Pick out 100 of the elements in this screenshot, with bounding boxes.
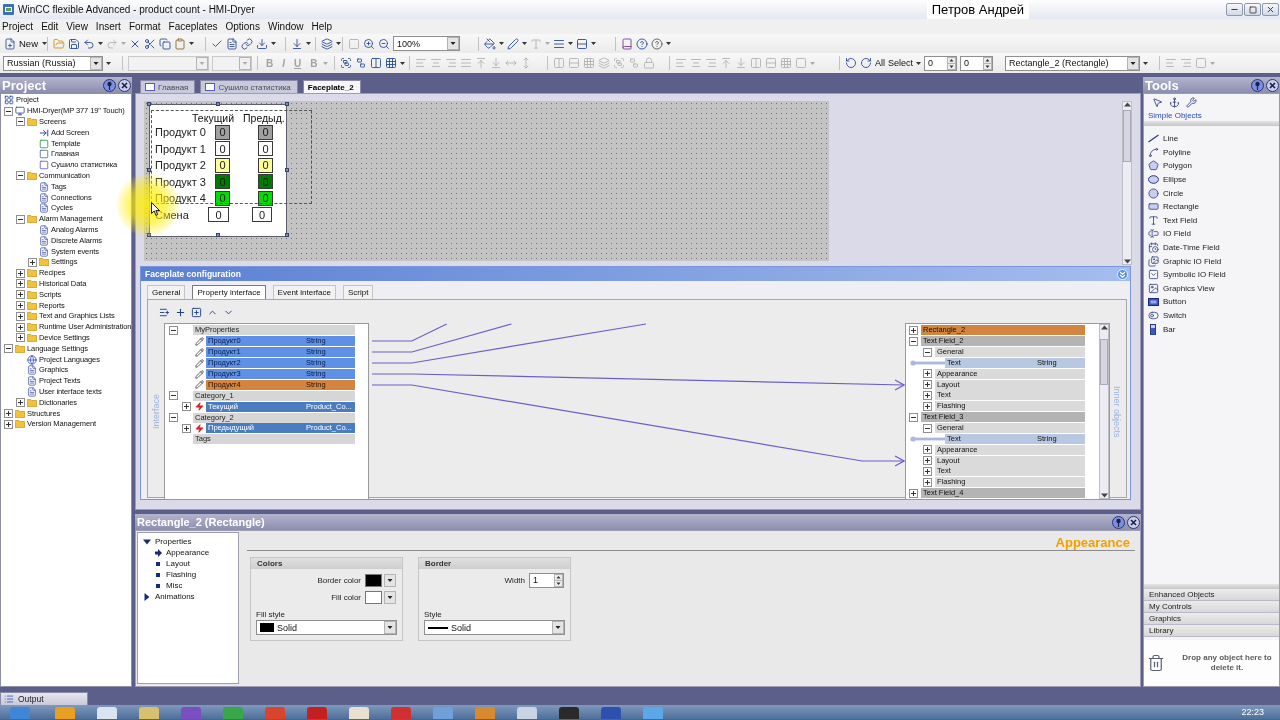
ungroup-icon[interactable] <box>355 57 367 69</box>
tree-toggle[interactable] <box>909 412 918 422</box>
language-dropdown[interactable]: Russian (Russia) <box>3 55 103 71</box>
tree-toggle[interactable] <box>4 106 13 116</box>
close-icon[interactable] <box>118 78 131 92</box>
grid-icon[interactable] <box>385 57 397 69</box>
section-label[interactable]: Simple Objects <box>1144 110 1279 121</box>
caret-icon[interactable] <box>106 61 111 65</box>
tab[interactable]: Property interface <box>192 285 266 299</box>
resize-handle[interactable] <box>216 102 220 106</box>
tool-category-tab[interactable]: Enhanced Objects <box>1144 589 1279 601</box>
nav-item[interactable]: Flashing <box>166 570 197 579</box>
tree-toggle[interactable] <box>16 214 25 224</box>
document-icon[interactable] <box>226 37 238 50</box>
caret-icon[interactable] <box>98 42 103 45</box>
tree-toggle[interactable] <box>923 369 932 379</box>
scrollbar-thumb[interactable] <box>1100 338 1108 385</box>
tree-toggle[interactable] <box>16 290 25 300</box>
menu-item[interactable]: Help <box>307 19 337 34</box>
plus-icon[interactable] <box>175 306 186 318</box>
tool-item[interactable]: Bar <box>1144 322 1279 336</box>
triangle-down-icon[interactable] <box>143 537 151 546</box>
scroll-down-icon[interactable] <box>1123 259 1131 264</box>
tree-toggle[interactable] <box>4 419 13 429</box>
io-field[interactable]: 0 <box>215 190 230 206</box>
tool-item[interactable]: Button <box>1144 295 1279 309</box>
link-icon[interactable] <box>241 37 253 50</box>
object-dropdown[interactable]: Rectangle_2 (Rectangle) <box>1005 55 1140 71</box>
close-icon[interactable] <box>1127 515 1140 529</box>
nav-item[interactable]: Properties <box>155 537 192 546</box>
tree-toggle[interactable] <box>28 257 37 267</box>
tool-item[interactable]: Graphic IO Field <box>1144 254 1279 268</box>
io-field[interactable]: 0 <box>215 141 230 157</box>
tree-toggle[interactable] <box>16 279 25 289</box>
spin-field[interactable]: 0 <box>924 55 958 71</box>
undo-icon[interactable] <box>83 37 95 50</box>
close-icon[interactable] <box>1266 78 1279 92</box>
tree-toggle[interactable] <box>16 171 25 181</box>
tree-toggle[interactable] <box>923 456 932 466</box>
add-list-icon[interactable] <box>159 306 170 318</box>
spin-arrows-icon[interactable] <box>554 573 563 587</box>
resize-handle[interactable] <box>147 102 151 106</box>
zoom-dropdown[interactable]: 100% <box>393 36 460 51</box>
pin-icon[interactable] <box>1251 78 1264 92</box>
tree-toggle[interactable] <box>923 445 932 455</box>
tool-category-tab[interactable]: Library <box>1144 625 1279 637</box>
menu-item[interactable]: Project <box>0 19 38 34</box>
paint-bucket-icon[interactable] <box>484 37 496 50</box>
tree-toggle[interactable] <box>16 268 25 278</box>
scroll-up-icon[interactable] <box>1123 102 1131 107</box>
tab[interactable]: General <box>147 285 186 299</box>
tree-toggle[interactable] <box>169 413 178 423</box>
menu-item[interactable]: Window <box>263 19 308 34</box>
pin-icon[interactable] <box>1112 515 1125 529</box>
spin-field[interactable]: 0 <box>960 55 994 71</box>
color-swatch[interactable] <box>365 590 382 604</box>
wrench-icon[interactable] <box>1186 96 1197 108</box>
editor-tab[interactable]: Faceplate_2 <box>302 80 361 93</box>
resize-handle[interactable] <box>147 168 151 172</box>
pin-icon[interactable] <box>103 78 116 92</box>
io-field[interactable]: 0 <box>252 207 272 223</box>
io-field[interactable]: 0 <box>258 141 273 157</box>
spin-field[interactable]: 1 <box>529 572 564 588</box>
io-field[interactable]: 0 <box>258 157 273 173</box>
rotate-right-icon[interactable] <box>860 57 872 69</box>
spin-arrows-icon[interactable] <box>983 56 993 70</box>
layers-icon[interactable] <box>321 37 333 50</box>
caret-icon[interactable] <box>400 61 405 65</box>
nav-item[interactable]: Animations <box>155 592 195 601</box>
tree-toggle[interactable] <box>923 466 932 476</box>
minimize-button[interactable] <box>1226 3 1243 16</box>
io-field[interactable]: 0 <box>215 124 230 140</box>
tool-item[interactable]: IO Field <box>1144 227 1279 241</box>
download-icon[interactable] <box>256 37 268 50</box>
editor-tab[interactable]: Главная <box>140 80 196 93</box>
tool-item[interactable]: Graphics View <box>1144 281 1279 296</box>
tree-toggle[interactable] <box>16 301 25 311</box>
tool-item[interactable]: Line <box>1144 132 1279 146</box>
editor-tab[interactable]: Сушило статистика <box>200 80 298 93</box>
caret-icon[interactable] <box>522 42 527 45</box>
tool-item[interactable]: Text Field <box>1144 213 1279 228</box>
nav-item[interactable]: Misc <box>166 581 183 590</box>
tree-toggle[interactable] <box>923 347 932 357</box>
scroll-down-icon[interactable] <box>1100 493 1108 498</box>
tool-item[interactable]: Ellipse <box>1144 172 1279 187</box>
tab[interactable]: Event interface <box>272 285 336 299</box>
tree-toggle[interactable] <box>923 401 932 411</box>
tree-toggle[interactable] <box>923 380 932 390</box>
cut-icon[interactable] <box>144 37 156 50</box>
caret-icon[interactable] <box>271 42 276 45</box>
close-button[interactable] <box>1262 3 1279 16</box>
group-icon[interactable] <box>340 57 352 69</box>
vertical-scrollbar[interactable] <box>1122 101 1132 265</box>
zoom-in-icon[interactable] <box>363 37 375 50</box>
line-style-icon[interactable] <box>576 37 588 50</box>
tree-toggle[interactable] <box>16 311 25 321</box>
tree-toggle[interactable] <box>16 322 25 332</box>
tab[interactable]: Script <box>343 285 374 299</box>
tree-toggle[interactable] <box>169 391 178 401</box>
tree-toggle[interactable] <box>4 409 13 418</box>
